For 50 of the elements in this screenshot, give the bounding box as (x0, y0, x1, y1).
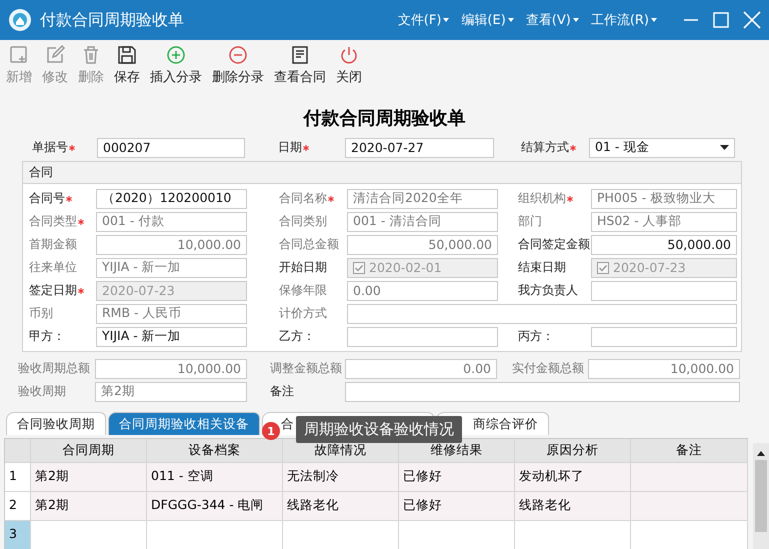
table-cell: 已修好 (399, 463, 515, 492)
table-cell: 第2期 (31, 492, 147, 521)
field-label: 往来单位 (29, 259, 77, 276)
field-label: 验收周期 (18, 383, 66, 400)
field-label: 我方负责人 (518, 282, 578, 299)
field-label: 计价方式 (279, 305, 327, 322)
field-label: 日期 (278, 139, 302, 156)
field-label: 开始日期 (279, 259, 327, 276)
field-label: 备注 (270, 383, 294, 400)
field-label: 合同名称 (279, 190, 327, 207)
column-header: 合同周期 (31, 439, 147, 463)
field-label: 甲方： (29, 328, 65, 345)
table-cell: 发动机坏了 (515, 463, 631, 492)
field-label: 验收周期总额 (18, 360, 90, 377)
column-header: 原因分析 (515, 439, 631, 463)
field-label: 签定日期 (29, 282, 77, 299)
table-cell: DFGGG-344 - 电闸 (147, 492, 283, 521)
table-cell: 线路老化 (283, 492, 399, 521)
field-label: 乙方： (279, 328, 315, 345)
field-label: 合同类别 (279, 213, 327, 230)
field-label: 单据号 (32, 139, 68, 156)
row-number: 2 (5, 492, 31, 521)
field-label: 币别 (29, 305, 53, 322)
field-label: 实付金额总额 (512, 360, 584, 377)
field-label: 组织机构 (518, 190, 566, 207)
column-header: 备注 (631, 439, 748, 463)
row-number: 3 (5, 521, 31, 549)
field-label: 部门 (518, 213, 542, 230)
column-header: 设备档案 (147, 439, 283, 463)
field-label: 结算方式 (521, 139, 569, 156)
group-title: 合同 (29, 164, 53, 181)
field-label: 合同类型 (29, 213, 77, 230)
field-label: 调整金额总额 (270, 360, 342, 377)
table-cell: 011 - 空调 (147, 463, 283, 492)
field-label: 保修年限 (279, 282, 327, 299)
window-title: 付款合同周期验收单 (40, 10, 185, 30)
row-number: 1 (5, 463, 31, 492)
field-label: 合同号 (29, 190, 65, 207)
field-label: 合同签定金额 (518, 236, 590, 253)
field-label: 丙方： (518, 328, 554, 345)
table-cell: 第2期 (31, 463, 147, 492)
field-label: 首期金额 (29, 236, 77, 253)
field-label: 结束日期 (518, 259, 566, 276)
form-title: 付款合同周期验收单 (302, 107, 466, 130)
table-cell: 已修好 (399, 492, 515, 521)
table-cell: 线路老化 (515, 492, 631, 521)
field-label: 合同总金额 (279, 236, 339, 253)
tooltip: 周期验收设备验收情况 (296, 416, 462, 443)
column-header: 维修结果 (399, 439, 515, 463)
table-cell: 无法制冷 (283, 463, 399, 492)
